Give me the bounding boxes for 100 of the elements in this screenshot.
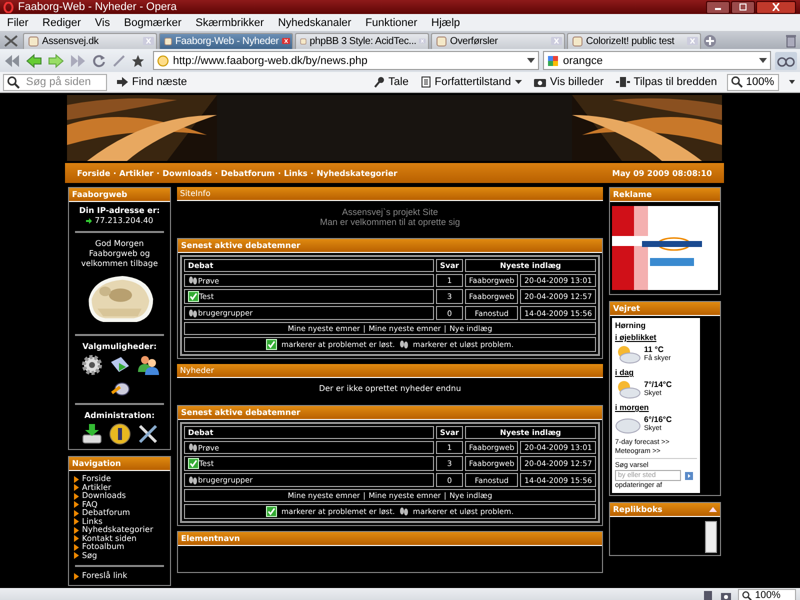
- trash-icon[interactable]: [785, 34, 797, 48]
- browser-tab[interactable]: Faaborg-Web - Nyheder: [159, 32, 293, 48]
- footprints-icon: [398, 506, 409, 516]
- find-next-button[interactable]: Find næste: [115, 76, 190, 88]
- zoom-field[interactable]: 100%: [738, 588, 796, 600]
- panel-header: Faaborgweb: [69, 188, 170, 202]
- nav-link[interactable]: Foreslå link: [82, 572, 128, 580]
- sun-cloud-icon: [615, 379, 641, 399]
- page-icon: [28, 36, 39, 46]
- nav-link[interactable]: Debatforum: [82, 509, 130, 518]
- panel-header: Senest aktive debatemner: [178, 239, 602, 253]
- bullet-icon: [74, 572, 79, 580]
- browser-tab[interactable]: Overførsler: [431, 32, 565, 48]
- nav-link[interactable]: Downloads: [82, 492, 126, 500]
- checkbox-icon: [266, 506, 278, 517]
- separator-dot: ·: [214, 168, 218, 178]
- nav-link[interactable]: Artikler: [82, 484, 112, 492]
- find-field[interactable]: Søg på siden: [3, 74, 107, 90]
- panel-header: Nyheder: [177, 364, 603, 378]
- temperature: 7°/14°C: [644, 380, 672, 389]
- minimize-button[interactable]: [706, 0, 730, 14]
- info-text: Assensvej`s projekt Site: [340, 207, 440, 217]
- separator-dot: ·: [113, 168, 116, 178]
- page-icon: [157, 54, 169, 66]
- period-link[interactable]: i morgen: [615, 403, 697, 412]
- nav-link[interactable]: Søg: [82, 552, 98, 560]
- maximize-icon: [738, 3, 748, 11]
- menu-item[interactable]: Vis: [88, 16, 118, 28]
- back-icon[interactable]: [25, 52, 43, 68]
- page-icon: [572, 36, 583, 46]
- page-icon: [436, 36, 447, 46]
- gear-icon[interactable]: [80, 354, 102, 376]
- zoom-icon: [742, 590, 752, 600]
- panel-header: Navigation: [69, 457, 170, 471]
- section-title: Administration:: [84, 411, 155, 420]
- tools-icon[interactable]: [136, 423, 158, 445]
- menu-item[interactable]: Funktioner: [358, 16, 424, 28]
- close-button[interactable]: [756, 0, 796, 14]
- nav-link[interactable]: Kontakt siden: [82, 534, 137, 543]
- search-field[interactable]: orangce: [543, 51, 771, 70]
- panel-header: Elementnavn: [178, 532, 602, 546]
- browser-logo-icon: [3, 2, 14, 12]
- nav-link[interactable]: Fotoalbum: [82, 543, 124, 552]
- menu-item[interactable]: Nyhedskanaler: [270, 16, 358, 28]
- nav-link[interactable]: Links: [82, 518, 103, 526]
- go-icon[interactable]: [685, 472, 693, 480]
- ip-label: Din IP-adresse er:: [79, 206, 160, 215]
- window-title: Faaborg-Web - Nyheder - Opera: [18, 0, 177, 14]
- scrollbar[interactable]: [705, 521, 717, 553]
- nav-link[interactable]: Nyhedskategorier: [316, 168, 398, 178]
- address-field[interactable]: http://www.faaborg-web.dk/by/news.php: [153, 51, 539, 70]
- users-icon[interactable]: [136, 354, 158, 376]
- star-icon[interactable]: [131, 54, 145, 68]
- fit-width-button[interactable]: Tilpas til bredden: [614, 76, 719, 88]
- reload-icon[interactable]: [91, 52, 107, 68]
- rewind-icon[interactable]: [3, 52, 21, 68]
- nav-link[interactable]: Forside: [82, 475, 111, 484]
- temperature: 11 °C: [644, 345, 665, 354]
- menu-item[interactable]: Hjælp: [424, 16, 468, 28]
- nav-link[interactable]: Links: [284, 168, 308, 178]
- nav-link[interactable]: Downloads: [162, 168, 212, 178]
- browser-tab[interactable]: Assensvej.dk: [23, 32, 157, 48]
- collapse-icon[interactable]: [709, 507, 717, 512]
- menu-item[interactable]: Skærmbrikker: [188, 16, 271, 28]
- panel-header: SiteInfo: [177, 187, 603, 201]
- menu-item[interactable]: Bogmærker: [117, 16, 188, 28]
- info-text: Man er velkommen til at oprette sig: [318, 217, 462, 227]
- ip-address: 77.213.204.40: [94, 216, 154, 225]
- fit-width-icon: [616, 76, 630, 88]
- download-icon[interactable]: [80, 423, 102, 445]
- speak-button[interactable]: Tale: [371, 76, 411, 88]
- add-tab-icon[interactable]: [703, 34, 717, 48]
- nav-link[interactable]: Debatforum: [220, 168, 275, 178]
- glasses-icon[interactable]: [775, 52, 797, 70]
- close-icon[interactable]: [282, 37, 290, 45]
- page-icon: [300, 36, 307, 46]
- nav-link[interactable]: Nyhedskategorier: [82, 526, 154, 534]
- browser-tab[interactable]: ColorizeIt! public test: [567, 32, 701, 48]
- arrow-right-icon: [117, 77, 128, 87]
- period-link[interactable]: i dag: [615, 368, 697, 377]
- search-icon: [7, 76, 20, 88]
- nav-link[interactable]: Artikler: [119, 168, 154, 178]
- panel-header: Reklame: [610, 188, 720, 202]
- caret-icon[interactable]: [759, 58, 767, 64]
- nav-link[interactable]: Forside: [77, 168, 110, 178]
- menu-item[interactable]: Rediger: [35, 16, 88, 28]
- author-mode-button[interactable]: Forfattertilstand: [418, 76, 524, 88]
- show-images-button[interactable]: Vis billeder: [532, 76, 606, 88]
- zoom-field[interactable]: 100%: [727, 74, 779, 90]
- browser-tab[interactable]: phpBB 3 Style: AcidTec...: [295, 32, 429, 48]
- caret-icon[interactable]: [527, 58, 535, 64]
- sun-cloud-icon: [615, 344, 641, 364]
- period-link[interactable]: i øjeblikket: [615, 333, 697, 342]
- greeting-text: God Morgen Faaborgweb og velkommen tilbage: [80, 239, 159, 269]
- arrow-right-icon: [86, 218, 92, 224]
- checkbox-icon: [266, 338, 278, 350]
- place-name: Hørning: [615, 321, 647, 330]
- menu-item[interactable]: Filer: [0, 16, 36, 28]
- maximize-button[interactable]: [731, 0, 755, 14]
- nav-link[interactable]: FAQ: [82, 500, 98, 509]
